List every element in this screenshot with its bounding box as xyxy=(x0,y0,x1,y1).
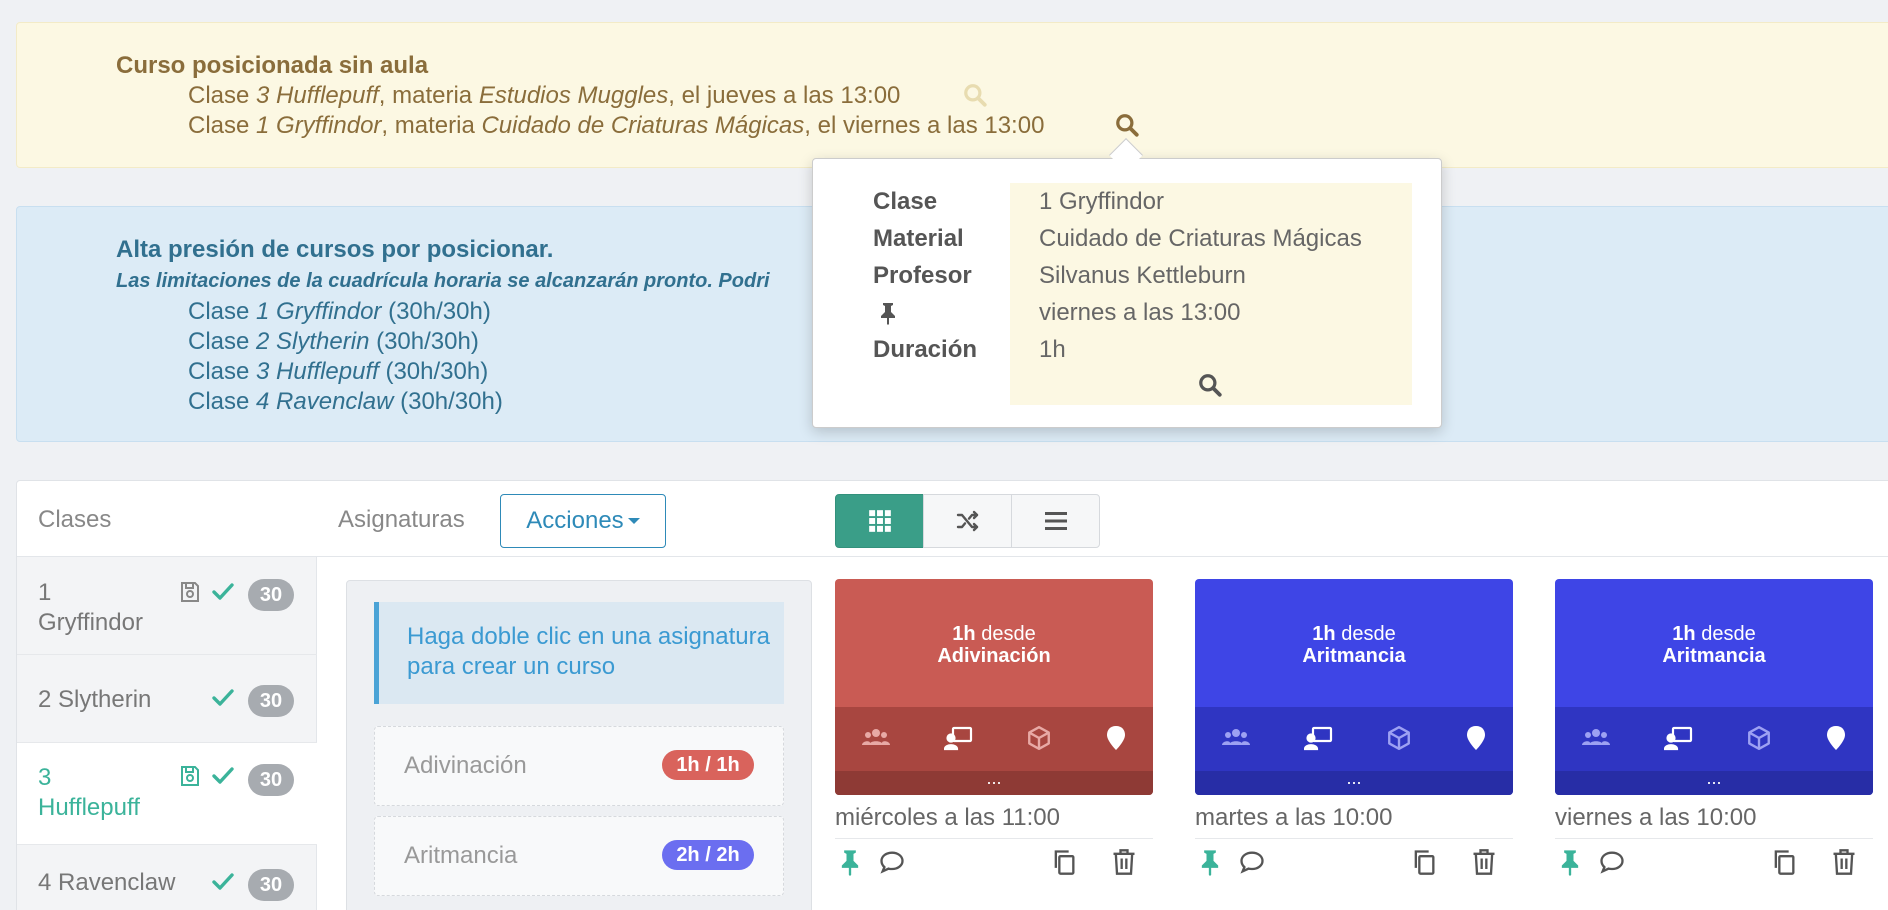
pin-icon[interactable] xyxy=(1556,848,1584,876)
class-count-badge: 30 xyxy=(248,764,294,796)
check-icon xyxy=(212,873,234,890)
popover-label-duracion: Duración xyxy=(873,336,978,363)
class-name: 4 Ravenclaw xyxy=(38,869,176,896)
check-icon xyxy=(212,767,234,784)
actions-dropdown[interactable]: Acciones xyxy=(500,494,666,548)
pressure-line: Clase 4 Ravenclaw (30h/30h) xyxy=(188,388,503,415)
pin-icon xyxy=(881,303,895,325)
check-icon xyxy=(212,583,234,600)
pressure-line: Clase 3 Hufflepuff (30h/30h) xyxy=(188,358,489,385)
list-view-button[interactable] xyxy=(1011,494,1100,548)
trash-icon[interactable] xyxy=(1110,848,1138,876)
popover-duracion: 1h xyxy=(1039,336,1066,363)
course-card-title: 1h desde Aritmancia xyxy=(1195,579,1513,707)
location-icon[interactable] xyxy=(1825,725,1847,751)
group-icon[interactable] xyxy=(1221,725,1251,749)
popover-material: Cuidado de Criaturas Mágicas xyxy=(1039,225,1362,252)
subject-name: Adivinación xyxy=(404,752,527,779)
teacher-icon[interactable] xyxy=(1303,725,1334,751)
shuffle-view-button[interactable] xyxy=(923,494,1012,548)
comment-icon[interactable] xyxy=(1238,848,1266,876)
create-course-hint: Haga doble clic en una asignatura para c… xyxy=(374,602,784,704)
trash-icon[interactable] xyxy=(1830,848,1858,876)
course-when: martes a las 10:00 xyxy=(1195,804,1393,831)
location-icon[interactable] xyxy=(1465,725,1487,751)
pressure-line: Clase 2 Slytherin (30h/30h) xyxy=(188,328,479,355)
course-card-actions: ... xyxy=(1555,707,1873,795)
subject-hours-badge: 2h / 2h xyxy=(662,840,754,870)
search-icon[interactable] xyxy=(962,82,988,108)
card-divider xyxy=(1195,838,1513,839)
subjects-header: Asignaturas xyxy=(338,506,465,533)
popover-profesor: Silvanus Kettleburn xyxy=(1039,262,1246,289)
copy-icon[interactable] xyxy=(1770,848,1798,876)
more-dots[interactable]: ... xyxy=(1555,769,1873,795)
course-card[interactable]: 1h desde Aritmancia ... xyxy=(1555,579,1873,795)
search-icon[interactable] xyxy=(1114,112,1140,138)
cube-icon[interactable] xyxy=(1026,725,1052,751)
popover-when: viernes a las 13:00 xyxy=(1039,299,1241,326)
class-count-badge: 30 xyxy=(248,869,294,901)
class-count-badge: 30 xyxy=(248,579,294,611)
course-card-actions: ... xyxy=(835,707,1153,795)
copy-icon[interactable] xyxy=(1050,848,1078,876)
card-divider xyxy=(835,838,1153,839)
group-icon[interactable] xyxy=(861,725,891,749)
more-dots[interactable]: ... xyxy=(1195,769,1513,795)
copy-icon[interactable] xyxy=(1410,848,1438,876)
class-name: 1 Gryffindor xyxy=(38,579,143,636)
pin-icon[interactable] xyxy=(836,848,864,876)
cube-icon[interactable] xyxy=(1746,725,1772,751)
class-name: 3 Hufflepuff xyxy=(38,764,140,821)
course-card-title: 1h desde Adivinación xyxy=(835,579,1153,707)
course-card[interactable]: 1h desde Adivinación ... xyxy=(835,579,1153,795)
save-icon xyxy=(181,766,199,786)
grid-icon xyxy=(868,510,891,532)
location-icon[interactable] xyxy=(1105,725,1127,751)
course-when: miércoles a las 11:00 xyxy=(835,804,1060,831)
card-divider xyxy=(1555,838,1873,839)
teacher-icon[interactable] xyxy=(1663,725,1694,751)
popover-label-material: Material xyxy=(873,225,964,252)
course-when: viernes a las 10:00 xyxy=(1555,804,1757,831)
check-icon xyxy=(212,689,234,706)
list-icon xyxy=(1044,512,1067,530)
cube-icon[interactable] xyxy=(1386,725,1412,751)
subject-hours-badge: 1h / 1h xyxy=(662,750,754,780)
actions-label: Acciones xyxy=(526,507,624,534)
save-icon xyxy=(181,582,199,602)
teacher-icon[interactable] xyxy=(943,725,974,751)
pressure-line: Clase 1 Gryffindor (30h/30h) xyxy=(188,298,491,325)
alert-line: Clase 3 Hufflepuff, materia Estudios Mug… xyxy=(188,82,901,109)
course-card-title: 1h desde Aritmancia xyxy=(1555,579,1873,707)
course-card[interactable]: 1h desde Aritmancia ... xyxy=(1195,579,1513,795)
classes-header: Clases xyxy=(38,506,112,533)
popover-clase: 1 Gryffindor xyxy=(1039,188,1164,215)
grid-view-button[interactable] xyxy=(835,494,924,548)
alert-line: Clase 1 Gryffindor, materia Cuidado de C… xyxy=(188,112,1045,139)
class-count-badge: 30 xyxy=(248,685,294,717)
pin-icon[interactable] xyxy=(1196,848,1224,876)
trash-icon[interactable] xyxy=(1470,848,1498,876)
popover-label-clase: Clase xyxy=(873,188,938,215)
class-name: 2 Slytherin xyxy=(38,686,152,713)
alert-title: Curso posicionada sin aula xyxy=(116,52,429,79)
shuffle-icon xyxy=(956,510,978,532)
pressure-title: Alta presión de cursos por posicionar. xyxy=(116,236,554,263)
course-card-actions: ... xyxy=(1195,707,1513,795)
search-icon[interactable] xyxy=(1197,372,1223,398)
comment-icon[interactable] xyxy=(1598,848,1626,876)
subject-name: Aritmancia xyxy=(404,842,518,869)
pressure-subtitle: Las limitaciones de la cuadrícula horari… xyxy=(116,270,770,292)
group-icon[interactable] xyxy=(1581,725,1611,749)
comment-icon[interactable] xyxy=(878,848,906,876)
caret-down-icon xyxy=(627,518,640,524)
more-dots[interactable]: ... xyxy=(835,769,1153,795)
popover-label-profesor: Profesor xyxy=(873,262,972,289)
